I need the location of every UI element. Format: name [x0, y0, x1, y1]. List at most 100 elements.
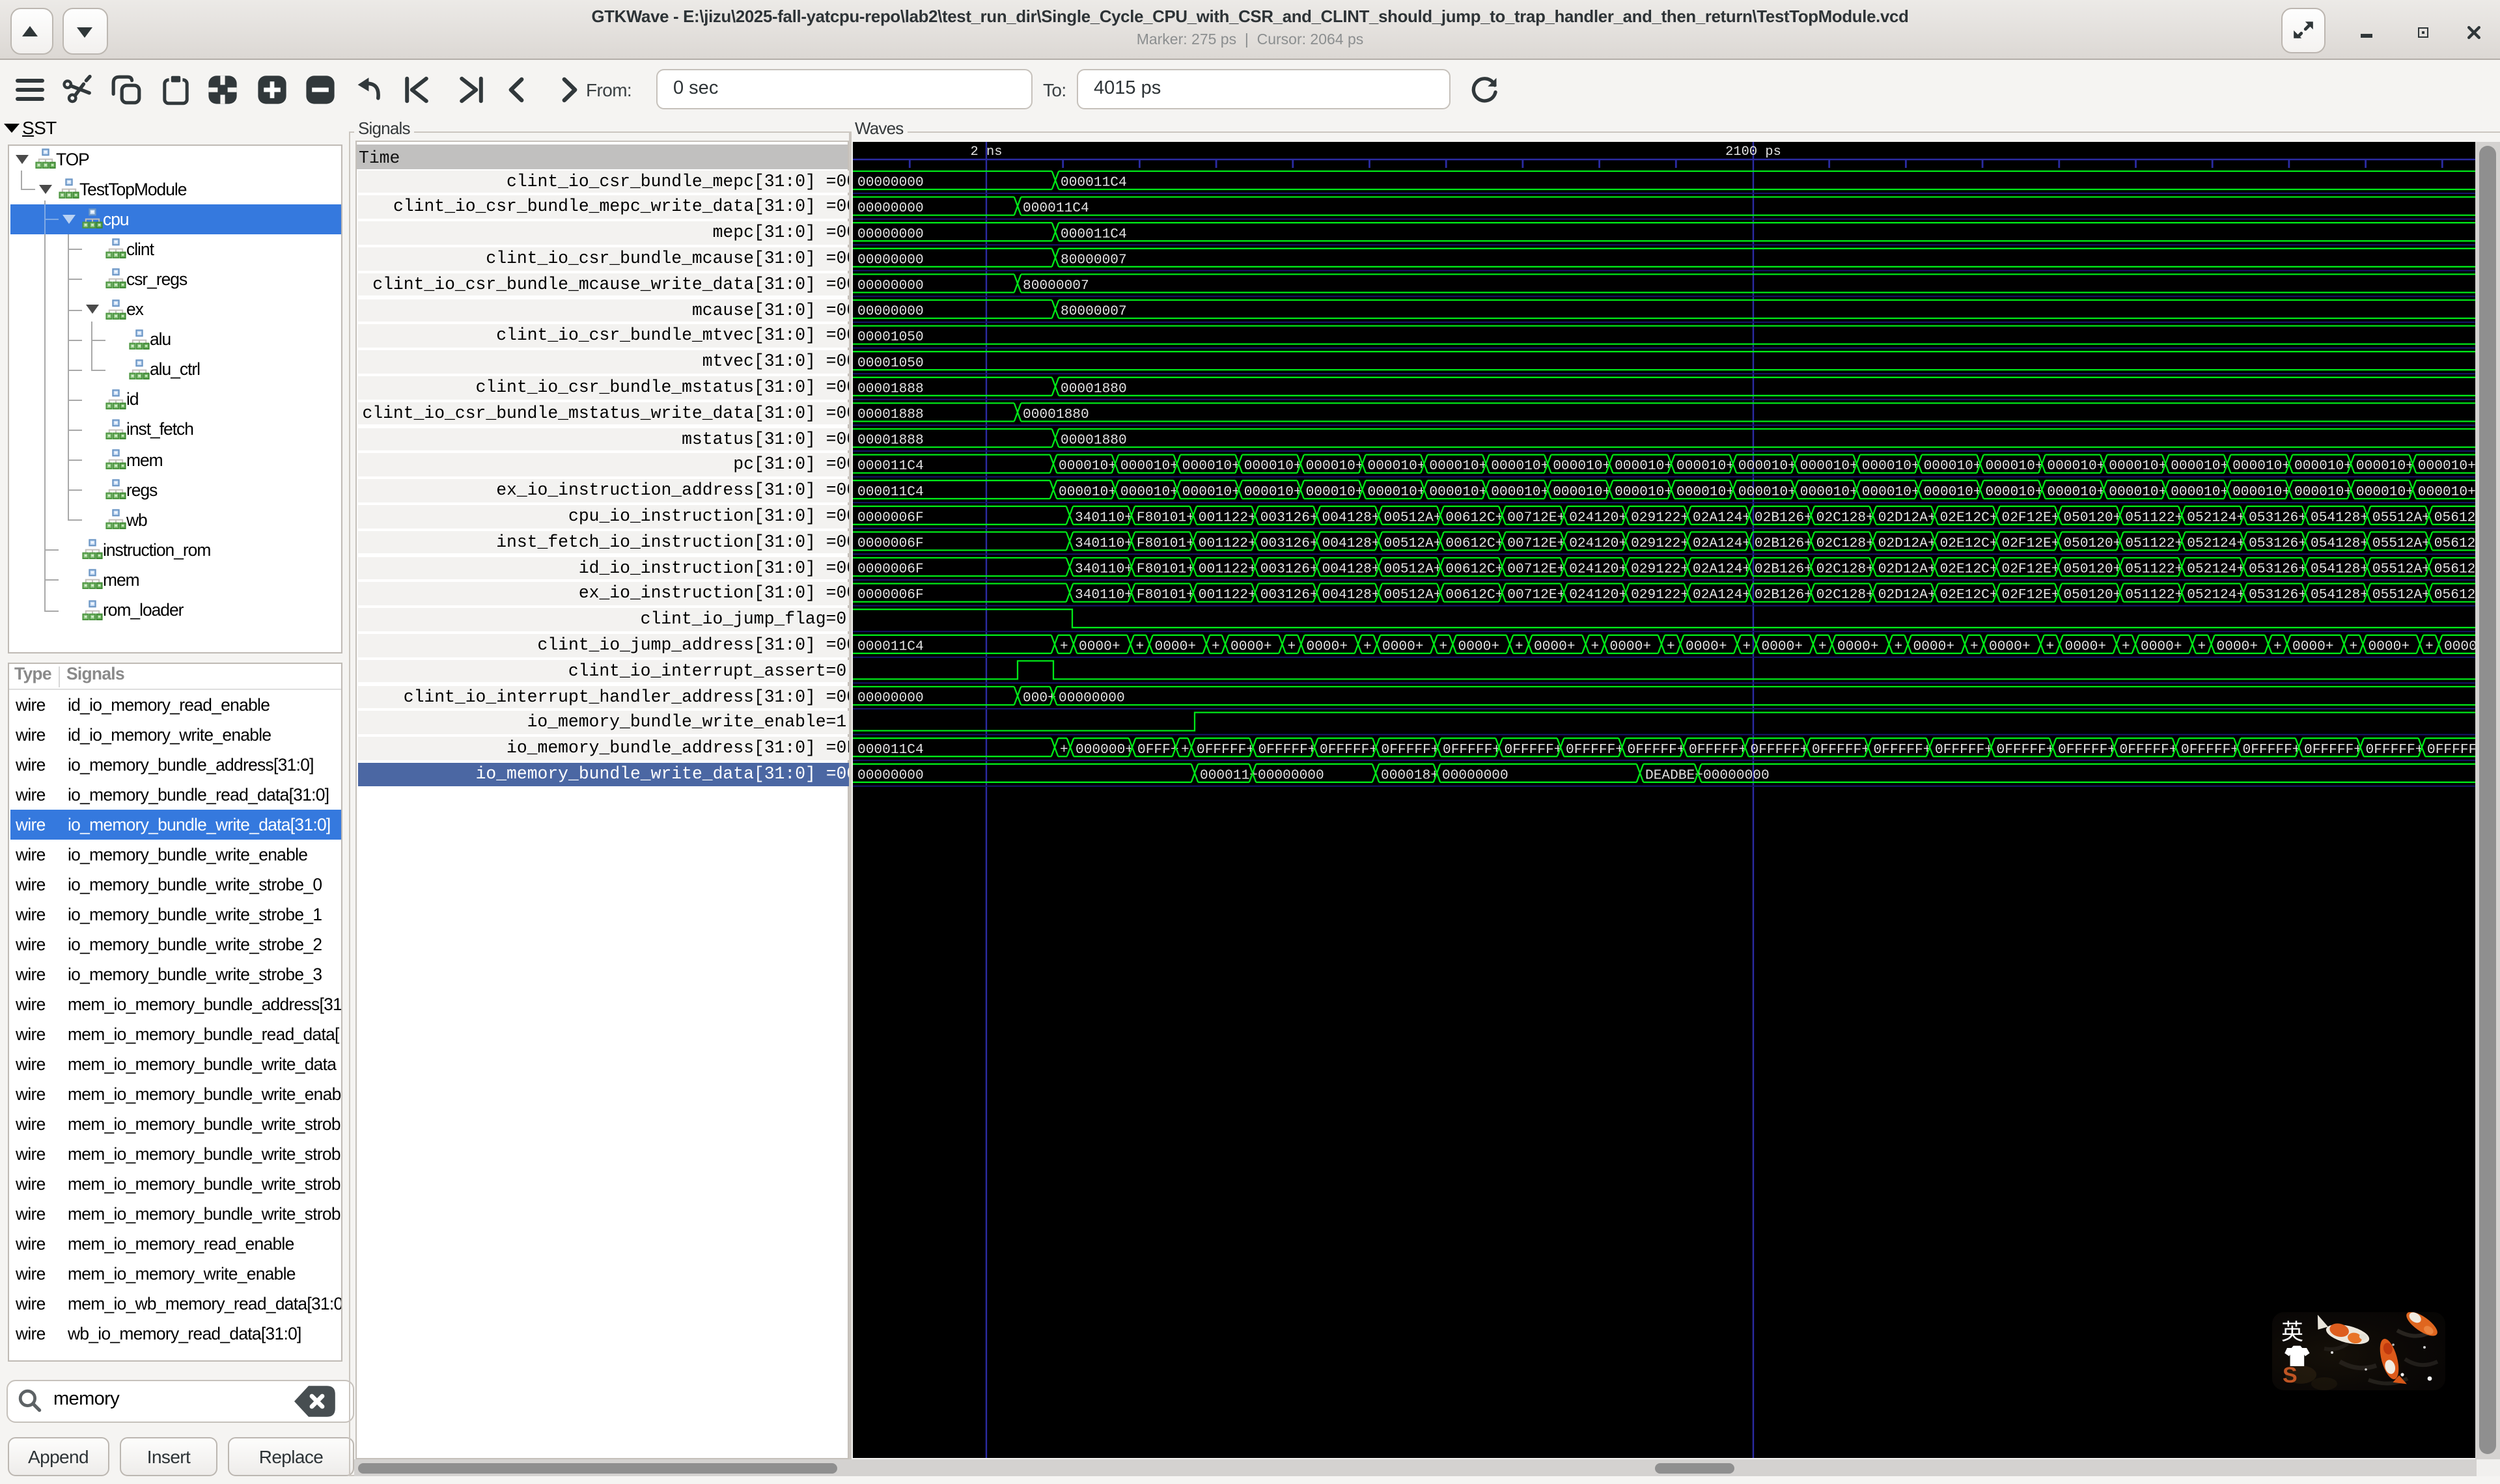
svg-text:00001050: 00001050 [857, 329, 924, 344]
svg-text:0000+: 0000+ [1534, 638, 1576, 653]
svg-text:0000006F: 0000006F [857, 535, 924, 551]
svg-text:050120+: 050120+ [2063, 561, 2121, 577]
svg-text:02B126+: 02B126+ [1755, 509, 1812, 525]
svg-text:0000+: 0000+ [1837, 638, 1879, 653]
svg-text:051122+: 051122+ [2125, 586, 2183, 602]
svg-text:0000006F: 0000006F [857, 586, 924, 602]
svg-text:02C128+: 02C128+ [1816, 535, 1874, 551]
svg-text:000010+: 000010+ [1120, 484, 1178, 499]
svg-text:001122+: 001122+ [1199, 561, 1257, 577]
svg-text:0000+: 0000+ [1079, 638, 1120, 653]
svg-text:+: + [2046, 638, 2055, 653]
svg-text:003126+: 003126+ [1260, 586, 1318, 602]
svg-text:0000+: 0000+ [1155, 638, 1197, 653]
svg-text:02D12A+: 02D12A+ [1878, 535, 1936, 551]
svg-text:340110+: 340110+ [1075, 586, 1133, 602]
svg-text:02C128+: 02C128+ [1816, 509, 1874, 525]
svg-text:S: S [2283, 1362, 2298, 1387]
svg-text:+: + [1667, 638, 1675, 653]
svg-text:000010+: 000010+ [1800, 484, 1858, 499]
svg-text:02D12A+: 02D12A+ [1878, 561, 1936, 577]
svg-text:053126+: 053126+ [2249, 509, 2307, 525]
svg-text:0FFFFF+: 0FFFFF+ [1689, 741, 1747, 757]
svg-text:053126+: 053126+ [2249, 586, 2307, 602]
svg-text:02A124+: 02A124+ [1693, 561, 1751, 577]
svg-text:02A124+: 02A124+ [1693, 586, 1751, 602]
svg-text:02C128+: 02C128+ [1816, 586, 1874, 602]
svg-text:000010+: 000010+ [1738, 458, 1796, 473]
svg-text:0000+: 0000+ [2368, 638, 2410, 653]
svg-text:80000007: 80000007 [1061, 303, 1127, 319]
svg-text:003126+: 003126+ [1260, 535, 1318, 551]
svg-text:0FFFFF+: 0FFFFF+ [1197, 741, 1255, 757]
svg-text:00000000: 00000000 [857, 690, 924, 706]
svg-text:05512A+: 05512A+ [2372, 561, 2430, 577]
svg-text:0000+: 0000+ [1989, 638, 2031, 653]
svg-text:02B126+: 02B126+ [1755, 561, 1812, 577]
svg-text:0000+: 0000+ [2141, 638, 2182, 653]
svg-text:02E12C+: 02E12C+ [1940, 561, 1998, 577]
svg-text:00000000: 00000000 [1442, 767, 1508, 782]
svg-text:000010+: 000010+ [2047, 484, 2105, 499]
svg-text:000010+: 000010+ [2109, 458, 2167, 473]
svg-text:0FFFFF+: 0FFFFF+ [1874, 741, 1932, 757]
svg-text:000010+: 000010+ [1491, 484, 1549, 499]
svg-text:052124+: 052124+ [2187, 586, 2245, 602]
svg-text:00001880: 00001880 [1061, 380, 1127, 396]
svg-text:0FFFFF+: 0FFFFF+ [1751, 741, 1809, 757]
svg-text:052124+: 052124+ [2187, 535, 2245, 551]
svg-text:02F12E+: 02F12E+ [2002, 561, 2060, 577]
svg-text:000010+: 000010+ [1924, 484, 1982, 499]
svg-text:+: + [2122, 638, 2130, 653]
svg-text:000010+: 000010+ [2232, 458, 2290, 473]
svg-text:000010+: 000010+ [1553, 458, 1611, 473]
svg-text:0000+: 0000+ [2065, 638, 2107, 653]
svg-text:024120+: 024120+ [1569, 586, 1627, 602]
svg-text:050120+: 050120+ [2063, 535, 2121, 551]
svg-text:05512A+: 05512A+ [2372, 586, 2430, 602]
svg-text:000010+: 000010+ [1306, 484, 1364, 499]
svg-text:000011C4: 000011C4 [857, 741, 924, 757]
svg-text:000010+: 000010+ [1368, 484, 1426, 499]
svg-text:000011C4: 000011C4 [857, 458, 924, 473]
svg-text:000010+: 000010+ [1615, 484, 1673, 499]
svg-text:00001888: 00001888 [857, 406, 924, 422]
svg-text:051122+: 051122+ [2125, 535, 2183, 551]
svg-text:+: + [1591, 638, 1600, 653]
svg-text:+: + [1212, 638, 1220, 653]
svg-text:0FFFFFC8: 0FFFFFC8 [2427, 741, 2475, 757]
svg-text:00712E+: 00712E+ [1507, 535, 1565, 551]
svg-text:054128+: 054128+ [2311, 586, 2368, 602]
svg-text:000011C4: 000011C4 [1061, 226, 1127, 241]
svg-text:0FFFFF+: 0FFFFF+ [2243, 741, 2301, 757]
svg-text:000010+: 000010+ [2356, 484, 2414, 499]
svg-text:+: + [1895, 638, 1903, 653]
svg-text:0FFFFF+: 0FFFFF+ [1628, 741, 1686, 757]
svg-text:0000+: 0000+ [1307, 638, 1348, 653]
svg-text:000010+: 000010+ [1491, 458, 1549, 473]
svg-text:340110+: 340110+ [1075, 535, 1133, 551]
svg-text:000010+: 000010+ [1244, 484, 1302, 499]
svg-text:0000+: 0000+ [1610, 638, 1652, 653]
svg-text:024120+: 024120+ [1569, 561, 1627, 577]
svg-text:05612C23: 05612C23 [2434, 535, 2475, 551]
svg-text:029122+: 029122+ [1631, 509, 1689, 525]
svg-text:000010+: 000010+ [1368, 458, 1426, 473]
svg-text:05612C23: 05612C23 [2434, 586, 2475, 602]
svg-text:000010+: 000010+ [1059, 484, 1117, 499]
svg-text:00001888: 00001888 [857, 432, 924, 448]
svg-text:0000+: 0000+ [1762, 638, 1803, 653]
svg-text:00612C+: 00612C+ [1445, 561, 1503, 577]
svg-text:024120+: 024120+ [1569, 535, 1627, 551]
svg-text:000010+: 000010+ [1182, 458, 1240, 473]
svg-text:02B126+: 02B126+ [1755, 535, 1812, 551]
svg-text:02A124+: 02A124+ [1693, 509, 1751, 525]
svg-text:00000000: 00000000 [857, 303, 924, 319]
svg-text:+: + [2198, 638, 2206, 653]
svg-text:80000007: 80000007 [1061, 251, 1127, 267]
svg-text:+: + [1363, 638, 1372, 653]
svg-text:001122+: 001122+ [1199, 509, 1257, 525]
svg-text:02A124+: 02A124+ [1693, 535, 1751, 551]
svg-text:054128+: 054128+ [2311, 509, 2368, 525]
svg-text:00512A+: 00512A+ [1384, 535, 1442, 551]
